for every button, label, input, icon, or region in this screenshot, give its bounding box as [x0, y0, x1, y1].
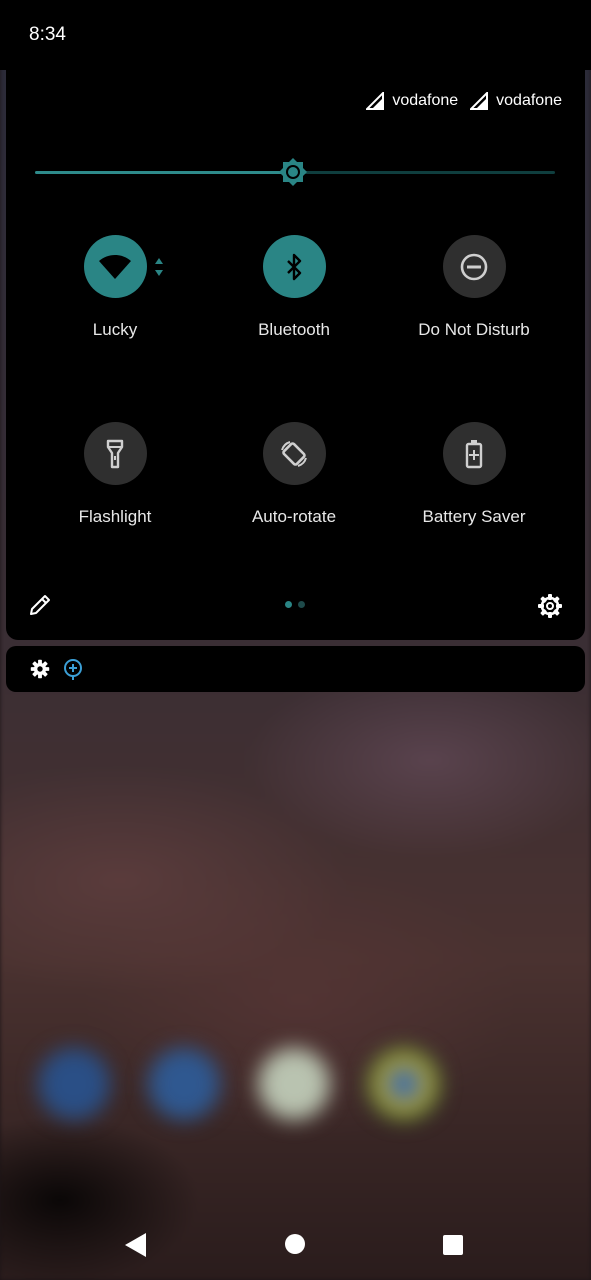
signal-icon — [470, 92, 489, 110]
navigation-bar — [0, 1210, 591, 1280]
battery-saver-icon — [465, 439, 483, 468]
auto-rotate-icon — [281, 440, 307, 467]
data-saver-icon — [64, 659, 82, 680]
tile-bluetooth[interactable]: Bluetooth — [214, 235, 374, 340]
tile-battery-saver[interactable]: Battery Saver — [394, 422, 554, 527]
page-indicator — [285, 601, 305, 608]
bluetooth-tile-button[interactable] — [262, 235, 326, 298]
flashlight-icon — [106, 439, 124, 468]
wifi-icon — [99, 254, 131, 279]
carrier-name: vodafone — [392, 92, 459, 109]
battery-saver-tile-button[interactable] — [442, 422, 506, 485]
dock-app-chrome — [368, 1048, 440, 1120]
signal-icon — [366, 92, 385, 110]
auto-rotate-tile-button[interactable] — [262, 422, 326, 485]
home-icon[interactable] — [284, 1233, 306, 1255]
brightness-track-empty — [292, 171, 555, 174]
back-icon[interactable] — [124, 1232, 148, 1258]
carrier-list: vodafone vodafone — [366, 92, 562, 110]
edit-pencil-icon[interactable] — [28, 593, 52, 617]
tile-auto-rotate[interactable]: Auto-rotate — [214, 422, 374, 527]
dock-app-phone — [38, 1048, 110, 1120]
quick-settings-footer — [6, 585, 585, 625]
brightness-slider[interactable] — [35, 158, 555, 186]
tile-wifi[interactable]: Lucky — [35, 235, 195, 340]
clock: 8:34 — [29, 24, 66, 45]
page-dot-active — [285, 601, 292, 608]
carrier-2: vodafone — [470, 92, 562, 110]
do-not-disturb-tile-button[interactable] — [442, 235, 506, 298]
do-not-disturb-icon — [460, 253, 488, 280]
dock-app-messages — [148, 1048, 220, 1120]
quick-settings-panel: vodafone vodafone Lucky Bluetooth Do Not… — [6, 70, 585, 640]
tile-label: Lucky — [92, 320, 138, 339]
status-bar: 8:34 — [0, 0, 591, 70]
recents-icon[interactable] — [442, 1234, 464, 1256]
tile-label: Auto-rotate — [251, 507, 337, 526]
tile-do-not-disturb[interactable]: Do Not Disturb — [394, 235, 554, 340]
carrier-1: vodafone — [366, 92, 458, 110]
carrier-name: vodafone — [496, 92, 562, 109]
tile-label: Battery Saver — [422, 507, 526, 526]
dock-app-play-store — [258, 1048, 330, 1120]
bluetooth-icon — [287, 253, 302, 280]
settings-notification-icon — [30, 659, 50, 679]
brightness-track-filled — [35, 171, 292, 174]
tile-flashlight[interactable]: Flashlight — [35, 422, 195, 527]
tile-label: Do Not Disturb — [418, 320, 530, 339]
data-activity-icon — [154, 258, 163, 276]
brightness-thumb-icon[interactable] — [278, 157, 308, 187]
settings-gear-icon[interactable] — [537, 593, 563, 619]
notification-icons-bar[interactable] — [6, 646, 585, 692]
flashlight-tile-button[interactable] — [83, 422, 147, 485]
page-dot — [298, 601, 305, 608]
tile-label: Flashlight — [78, 507, 152, 526]
tile-label: Bluetooth — [258, 320, 330, 339]
wifi-tile-button[interactable] — [83, 235, 163, 298]
